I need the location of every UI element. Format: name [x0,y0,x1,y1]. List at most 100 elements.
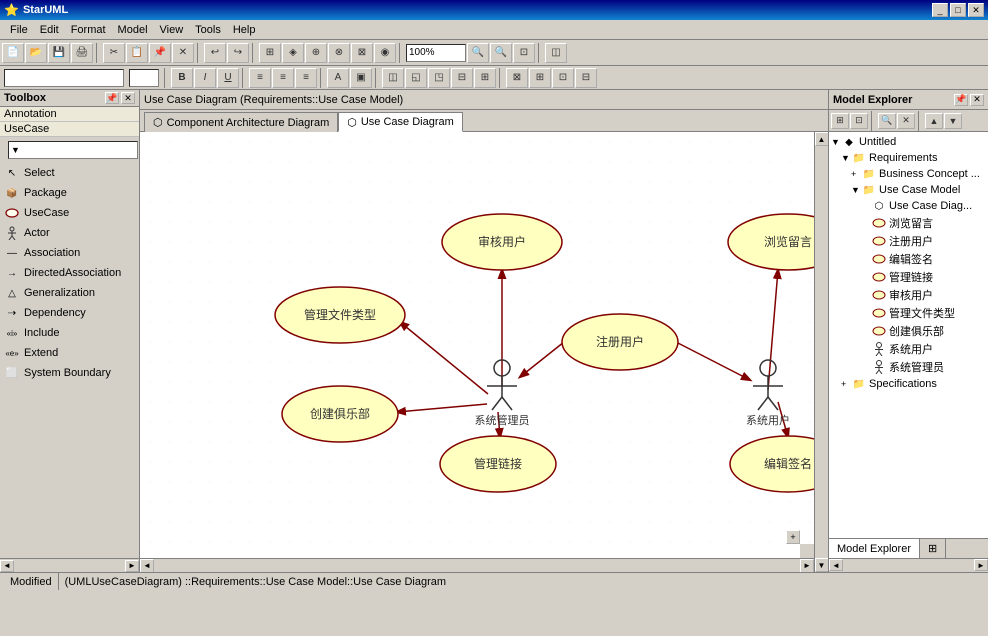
toolbox-close-button[interactable]: ✕ [121,92,135,104]
tb-extra7[interactable]: ◫ [545,43,567,63]
scroll-up-btn[interactable]: ▲ [815,132,829,146]
tree-item-createclub[interactable]: 创建俱乐部 [861,322,986,340]
minimize-button[interactable]: _ [932,3,948,17]
h-scrollbar[interactable]: ◄ ► [140,558,814,572]
font-family-input[interactable] [4,69,124,87]
delete-button[interactable]: ✕ [172,43,194,63]
explorer-close-button[interactable]: ✕ [970,94,984,106]
tree-item-sysadmin[interactable]: 系统管理员 [861,358,986,376]
print-button[interactable]: 🖨 [71,43,93,63]
menu-edit[interactable]: Edit [34,22,65,38]
tb-btn-extra6[interactable]: ◉ [374,43,396,63]
maximize-button[interactable]: □ [950,3,966,17]
menu-view[interactable]: View [154,22,190,38]
zoom-out-button[interactable]: 🔍 [490,43,512,63]
italic-button[interactable]: I [194,68,216,88]
window-controls[interactable]: _ □ ✕ [932,3,984,17]
diagram-canvas[interactable]: 审核用户 浏览留言 管理文件类型 注册用户 创建俱乐部 [140,132,814,558]
menu-tools[interactable]: Tools [189,22,227,38]
h-scroll-track[interactable] [154,559,800,573]
align-right-button[interactable]: ≡ [295,68,317,88]
toolbox-scroll-left[interactable]: ◄ [0,560,14,572]
tb-btn-extra5[interactable]: ⊠ [351,43,373,63]
tree-item-usecasediagram[interactable]: ⬡ Use Case Diag... [861,198,986,214]
scroll-down-btn[interactable]: ▼ [815,558,829,572]
cut-button[interactable]: ✂ [103,43,125,63]
format-extra3[interactable]: ◳ [428,68,450,88]
toolbox-dropdown[interactable]: ▼ [8,141,138,159]
color-button[interactable]: A [327,68,349,88]
toolbox-section-usecase[interactable]: UseCase [0,122,139,137]
toolbox-item-usecase[interactable]: UseCase [0,203,139,223]
zoom-fit-button[interactable]: ⊡ [513,43,535,63]
toolbox-section-annotation[interactable]: Annotation [0,107,139,122]
explorer-tab-extra[interactable]: ⊞ [920,539,946,558]
tree-toggle-requirements[interactable]: ▼ [841,153,851,163]
toolbox-scroll-right[interactable]: ► [125,560,139,572]
align-center-button[interactable]: ≡ [272,68,294,88]
tree-toggle-businessconcept[interactable]: + [851,169,861,179]
tree-toggle-usecasemodel[interactable]: ▼ [851,185,861,195]
layout-extra2[interactable]: ⊞ [529,68,551,88]
toolbox-item-package[interactable]: 📦 Package [0,183,139,203]
tree-item-editsig[interactable]: 编辑签名 [861,250,986,268]
toolbox-item-dependency[interactable]: ⇢ Dependency [0,303,139,323]
canvas-zoom-btn[interactable]: + [786,530,800,544]
tab-component[interactable]: ⬡ Component Architecture Diagram [144,112,338,132]
tree-item-untitled[interactable]: ▼ ◆ Untitled [831,134,986,150]
toolbox-item-include[interactable]: «i» Include [0,323,139,343]
undo-button[interactable]: ↩ [204,43,226,63]
explorer-scroll-right[interactable]: ► [974,559,988,571]
layout-extra1[interactable]: ⊠ [506,68,528,88]
layout-extra3[interactable]: ⊡ [552,68,574,88]
copy-button[interactable]: 📋 [126,43,148,63]
tab-usecase[interactable]: ⬡ Use Case Diagram [338,112,463,132]
scroll-left-btn[interactable]: ◄ [140,559,154,573]
explorer-tab-model[interactable]: Model Explorer [829,539,920,558]
explorer-pin-button[interactable]: 📌 [954,94,968,106]
toolbox-pin-button[interactable]: 📌 [105,92,119,104]
menu-file[interactable]: File [4,22,34,38]
tree-toggle-untitled[interactable]: ▼ [831,137,841,147]
open-button[interactable]: 📂 [25,43,47,63]
explorer-scroll-left[interactable]: ◄ [829,559,843,571]
redo-button[interactable]: ↪ [227,43,249,63]
toolbox-item-extend[interactable]: «e» Extend [0,343,139,363]
tree-item-requirements[interactable]: ▼ 📁 Requirements [841,150,986,166]
tree-item-specifications[interactable]: + 📁 Specifications [841,376,986,392]
toolbox-item-directedassociation[interactable]: → DirectedAssociation [0,263,139,283]
explorer-tb6[interactable]: ▼ [944,113,962,129]
toolbox-item-generalization[interactable]: △ Generalization [0,283,139,303]
explorer-tb4[interactable]: ✕ [897,113,915,129]
format-extra5[interactable]: ⊞ [474,68,496,88]
format-extra4[interactable]: ⊟ [451,68,473,88]
bold-button[interactable]: B [171,68,193,88]
scroll-right-btn[interactable]: ► [800,559,814,573]
toolbox-item-select[interactable]: ↖ Select [0,163,139,183]
tb-btn-extra1[interactable]: ⊞ [259,43,281,63]
zoom-in-button[interactable]: 🔍 [467,43,489,63]
tb-btn-extra2[interactable]: ◈ [282,43,304,63]
tree-item-businessconcept[interactable]: + 📁 Business Concept ... [851,166,986,182]
tb-btn-extra4[interactable]: ⊗ [328,43,350,63]
format-extra2[interactable]: ◱ [405,68,427,88]
explorer-tb2[interactable]: ⊡ [850,113,868,129]
v-scroll-track[interactable] [815,146,829,558]
tree-item-managefile[interactable]: 管理文件类型 [861,304,986,322]
tree-item-sysuser[interactable]: 系统用户 [861,340,986,358]
toolbox-item-systemboundary[interactable]: ⬜ System Boundary [0,363,139,383]
close-button[interactable]: ✕ [968,3,984,17]
align-left-button[interactable]: ≡ [249,68,271,88]
font-size-input[interactable] [129,69,159,87]
zoom-input[interactable] [406,44,466,62]
toolbox-scrollbar-h[interactable]: ◄ ► [0,558,139,572]
menu-model[interactable]: Model [112,22,154,38]
tree-item-browse[interactable]: 浏览留言 [861,214,986,232]
tree-item-usecasemodel[interactable]: ▼ 📁 Use Case Model [851,182,986,198]
explorer-scrollbar-h[interactable]: ◄ ► [829,558,988,572]
toolbox-item-association[interactable]: — Association [0,243,139,263]
explorer-tb3[interactable]: 🔍 [878,113,896,129]
v-scrollbar[interactable]: ▲ ▼ [814,132,828,572]
tree-item-register[interactable]: 注册用户 [861,232,986,250]
underline-button[interactable]: U [217,68,239,88]
